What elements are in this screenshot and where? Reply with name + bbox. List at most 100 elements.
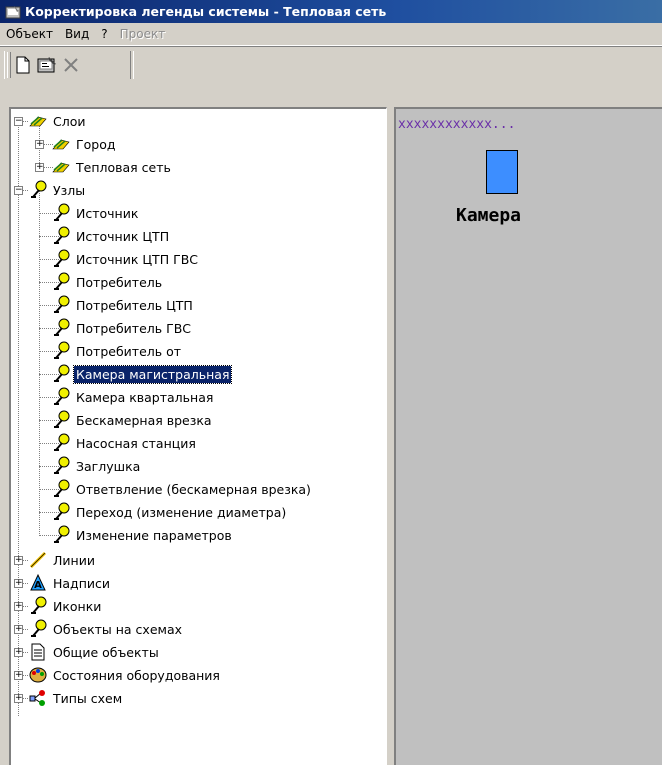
node-pin-icon: [51, 479, 71, 499]
collapse-toggle[interactable]: −: [14, 117, 23, 126]
tree-node-heat-network[interactable]: Тепловая сеть: [51, 156, 173, 178]
collapse-toggle[interactable]: −: [14, 186, 23, 195]
tree-label: Бескамерная врезка: [76, 412, 212, 428]
expand-toggle[interactable]: +: [14, 671, 23, 680]
node-pin-icon: [51, 318, 71, 338]
tree-node-city[interactable]: Город: [51, 133, 118, 155]
expand-toggle[interactable]: +: [35, 140, 44, 149]
tree-guide: [39, 191, 40, 536]
legend-preview: xxxxxxxxxxxx... Камера: [394, 107, 662, 765]
tree-node-item[interactable]: Источник: [51, 202, 140, 224]
tree-node-group[interactable]: Иконки: [28, 595, 103, 617]
delete-button[interactable]: [59, 53, 83, 77]
tree-label: Объекты на схемах: [53, 621, 182, 637]
node-pin-icon: [51, 295, 71, 315]
expand-toggle[interactable]: +: [14, 602, 23, 611]
tree-node-group[interactable]: Объекты на схемах: [28, 618, 184, 640]
expand-toggle[interactable]: +: [14, 694, 23, 703]
tree-label: Линии: [53, 552, 95, 568]
tree-node-item[interactable]: Потребитель ЦТП: [51, 294, 195, 316]
node-pin-icon: [51, 410, 71, 430]
node-pin-icon: [28, 619, 48, 639]
tree-label: Источник ЦТП: [76, 228, 170, 244]
tree-label: Камера квартальная: [76, 389, 214, 405]
expand-toggle[interactable]: +: [14, 625, 23, 634]
tree-label: Камера магистральная: [72, 364, 233, 384]
tree-node-item[interactable]: Заглушка: [51, 455, 142, 477]
window-title: Корректировка легенды системы - Тепловая…: [25, 4, 387, 19]
expand-toggle[interactable]: +: [14, 579, 23, 588]
line-icon: [28, 550, 48, 570]
tree-node-item[interactable]: Потребитель от: [51, 340, 183, 362]
tree-node-nodes[interactable]: Узлы: [28, 179, 87, 201]
app-icon: [5, 5, 21, 18]
tree-label: Потребитель: [76, 274, 163, 290]
expand-toggle[interactable]: +: [14, 556, 23, 565]
tree-node-group[interactable]: Состояния оборудования: [28, 664, 222, 686]
tree-label: Общие объекты: [53, 644, 159, 660]
tree-label: Тепловая сеть: [76, 159, 171, 175]
tree-node-layers[interactable]: Слои: [28, 110, 88, 132]
menu-object[interactable]: Объект: [0, 24, 59, 44]
tree-node-group[interactable]: A Надписи: [28, 572, 112, 594]
tree-node-item[interactable]: Потребитель ГВС: [51, 317, 193, 339]
tree-node-item[interactable]: Изменение параметров: [51, 524, 234, 546]
menu-view[interactable]: Вид: [59, 24, 95, 44]
tree-node-item[interactable]: Потребитель: [51, 271, 164, 293]
document-icon: [28, 642, 48, 662]
layers-icon: [51, 157, 71, 177]
tree-label: Состояния оборудования: [53, 667, 220, 683]
tree-label: Потребитель от: [76, 343, 182, 359]
toolbar: [0, 47, 662, 107]
tree-label: Заглушка: [76, 458, 141, 474]
tree-node-item[interactable]: Ответвление (бескамерная врезка): [51, 478, 313, 500]
tree-node-item[interactable]: Насосная станция: [51, 432, 198, 454]
tree-label: Переход (изменение диаметра): [76, 504, 287, 520]
tree-node-item[interactable]: Камера квартальная: [51, 386, 215, 408]
tree-label: Иконки: [53, 598, 102, 614]
tree-node-group[interactable]: Общие объекты: [28, 641, 161, 663]
menu-bar: Объект Вид ? Проект: [0, 23, 662, 46]
menu-help[interactable]: ?: [95, 24, 113, 44]
properties-button[interactable]: [35, 53, 59, 77]
tree-node-item[interactable]: Камера магистральная: [51, 363, 233, 385]
legend-tree[interactable]: Слои − Город + Тепловая сеть + Узлы − Ис…: [9, 107, 387, 765]
tree-label: Слои: [53, 113, 86, 129]
new-button[interactable]: [11, 53, 35, 77]
expand-toggle[interactable]: +: [14, 648, 23, 657]
tree-node-item[interactable]: Источник ЦТП: [51, 225, 171, 247]
tree-node-group[interactable]: Линии: [28, 549, 97, 571]
title-bar: Корректировка легенды системы - Тепловая…: [0, 0, 662, 23]
tree-label: Узлы: [53, 182, 86, 198]
node-pin-icon: [28, 596, 48, 616]
tree-label: Надписи: [53, 575, 110, 591]
text-label-icon: A: [28, 573, 48, 593]
expand-toggle[interactable]: +: [35, 163, 44, 172]
preview-symbol-label: Камера: [456, 205, 522, 226]
properties-icon: [37, 57, 56, 73]
preview-header-text: xxxxxxxxxxxx...: [398, 117, 516, 132]
menu-project: Проект: [119, 27, 166, 41]
new-icon: [16, 56, 30, 74]
tree-node-group[interactable]: Типы схем: [28, 687, 124, 709]
node-pin-icon: [51, 387, 71, 407]
tree-node-item[interactable]: Бескамерная врезка: [51, 409, 214, 431]
scheme-types-icon: [28, 688, 48, 708]
node-pin-icon: [51, 525, 71, 545]
layers-icon: [28, 111, 48, 131]
tree-node-item[interactable]: Переход (изменение диаметра): [51, 501, 288, 523]
svg-text:A: A: [34, 580, 42, 591]
toolbar-group: [4, 51, 83, 79]
pane-splitter[interactable]: [387, 107, 394, 765]
palette-icon: [28, 665, 48, 685]
tree-label: Типы схем: [53, 690, 123, 706]
tree-node-item[interactable]: Источник ЦТП ГВС: [51, 248, 200, 270]
tree-label: Потребитель ГВС: [76, 320, 192, 336]
node-pin-icon: [28, 180, 48, 200]
tree-label: Насосная станция: [76, 435, 196, 451]
node-pin-icon: [51, 502, 71, 522]
node-pin-icon: [51, 249, 71, 269]
node-pin-icon: [51, 203, 71, 223]
layers-icon: [51, 134, 71, 154]
tree-label: Ответвление (бескамерная врезка): [76, 481, 311, 497]
